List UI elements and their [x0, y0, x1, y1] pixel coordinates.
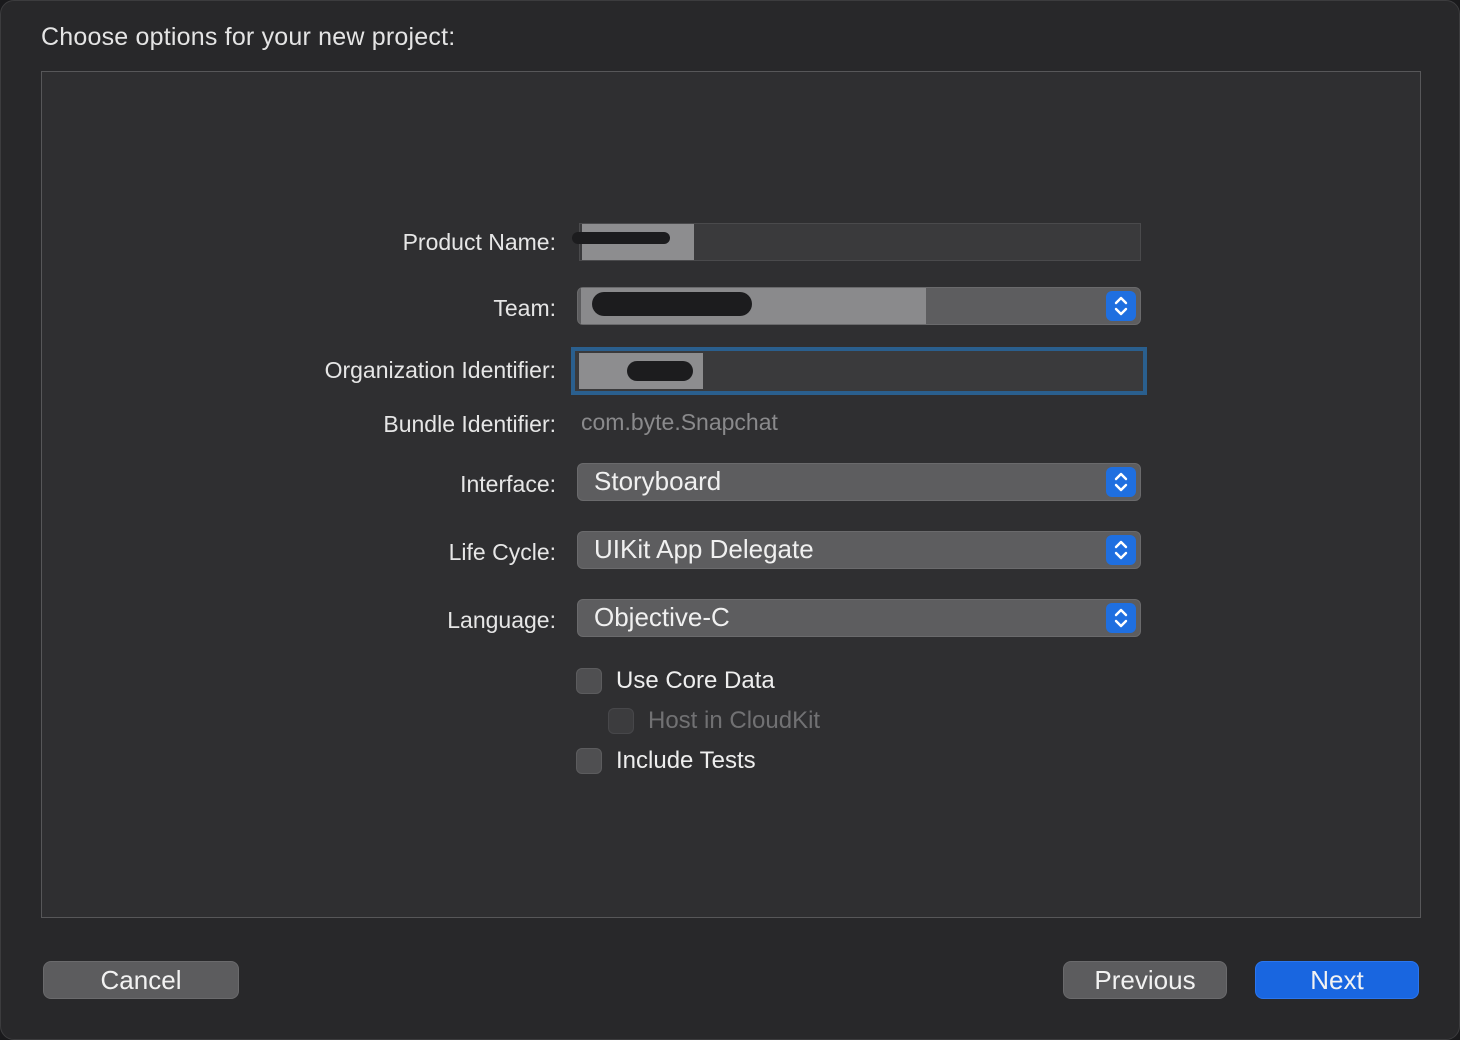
- product-name-label: Product Name:: [402, 229, 556, 255]
- chevron-updown-icon: [1106, 603, 1136, 633]
- redaction-scribble: [572, 232, 670, 244]
- interface-label: Interface:: [460, 471, 556, 497]
- lifecycle-label: Life Cycle:: [448, 539, 556, 565]
- language-label: Language:: [447, 607, 556, 633]
- lifecycle-selected: UIKit App Delegate: [594, 534, 814, 564]
- include-tests-option[interactable]: Include Tests: [576, 747, 756, 775]
- new-project-dialog: Choose options for your new project: Pro…: [0, 0, 1460, 1040]
- cancel-button[interactable]: Cancel: [43, 961, 239, 999]
- bundle-identifier-label: Bundle Identifier:: [383, 411, 556, 437]
- chevron-updown-icon: [1106, 467, 1136, 497]
- org-identifier-label: Organization Identifier:: [324, 357, 556, 383]
- redaction-scribble: [627, 361, 693, 381]
- team-label: Team:: [493, 295, 556, 321]
- bundle-identifier-value: com.byte.Snapchat: [581, 409, 778, 435]
- use-core-data-label: Use Core Data: [616, 667, 775, 694]
- interface-selected: Storyboard: [594, 466, 722, 496]
- team-popup[interactable]: [577, 287, 1141, 325]
- use-core-data-option[interactable]: Use Core Data: [576, 667, 775, 695]
- dialog-title: Choose options for your new project:: [41, 23, 456, 51]
- org-identifier-field[interactable]: [571, 347, 1147, 395]
- chevron-updown-icon: [1106, 291, 1136, 321]
- host-in-cloudkit-label: Host in CloudKit: [648, 707, 821, 734]
- chevron-updown-icon: [1106, 535, 1136, 565]
- interface-popup[interactable]: Storyboard: [577, 463, 1141, 501]
- include-tests-checkbox[interactable]: [576, 748, 602, 774]
- next-button[interactable]: Next: [1255, 961, 1419, 999]
- use-core-data-checkbox[interactable]: [576, 668, 602, 694]
- host-in-cloudkit-option: Host in CloudKit: [608, 707, 820, 735]
- include-tests-label: Include Tests: [616, 747, 756, 774]
- lifecycle-popup[interactable]: UIKit App Delegate: [577, 531, 1141, 569]
- product-name-field[interactable]: [572, 223, 1141, 261]
- previous-button[interactable]: Previous: [1063, 961, 1227, 999]
- language-selected: Objective-C: [594, 602, 730, 632]
- host-in-cloudkit-checkbox: [608, 708, 634, 734]
- language-popup[interactable]: Objective-C: [577, 599, 1141, 637]
- redaction-scribble: [592, 292, 752, 316]
